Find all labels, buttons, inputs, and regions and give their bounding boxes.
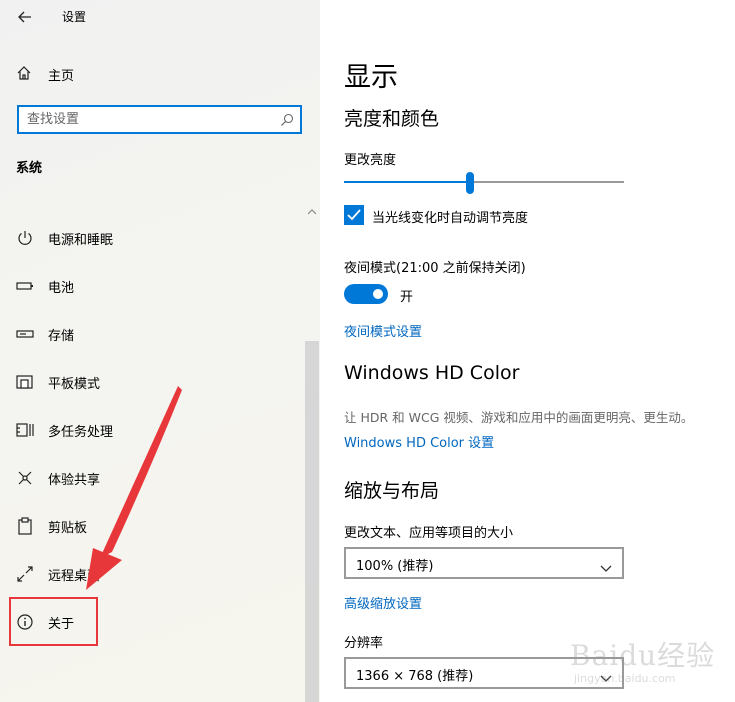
sidebar-item-multitasking[interactable]: 多任务处理: [0, 411, 300, 447]
sidebar-item-label: 电池: [48, 281, 75, 296]
page-title: 显示: [344, 62, 398, 93]
clipboard-icon: [16, 517, 34, 535]
sidebar-item-remote-desktop[interactable]: 远程桌面: [0, 555, 300, 591]
annotation-highlight-box: [9, 597, 98, 646]
home-nav-item[interactable]: 主页: [0, 58, 305, 90]
slider-thumb[interactable]: [466, 172, 474, 194]
sidebar-item-storage[interactable]: 存储: [0, 315, 300, 351]
scale-dropdown-value: 100% (推荐): [356, 559, 434, 574]
battery-icon: [16, 277, 34, 295]
scroll-thumb[interactable]: [305, 341, 319, 702]
shared-experiences-icon: [16, 469, 34, 487]
night-mode-settings-link[interactable]: 夜间模式设置: [344, 321, 422, 340]
section-heading: 系统: [16, 161, 43, 176]
sidebar-item-clipboard[interactable]: 剪贴板: [0, 507, 300, 543]
brightness-section-heading: 亮度和颜色: [344, 108, 440, 130]
auto-brightness-label: 当光线变化时自动调节亮度: [372, 211, 529, 226]
back-button[interactable]: [12, 4, 38, 30]
search-input[interactable]: [27, 110, 267, 129]
home-label: 主页: [48, 69, 75, 84]
sidebar-item-power-sleep[interactable]: 电源和睡眠: [0, 219, 300, 255]
resolution-dropdown-value: 1366 × 768 (推荐): [356, 669, 474, 684]
checkmark-icon: [347, 206, 361, 225]
sidebar-item-label: 平板模式: [48, 377, 101, 392]
search-box[interactable]: [17, 105, 302, 134]
display-settings-panel: 显示 亮度和颜色 更改亮度 当光线变化时自动调节亮度 夜间模式(21:00 之前…: [320, 0, 735, 702]
settings-sidebar: 设置 主页 系统 电源和睡眠 电池 存储: [0, 0, 320, 702]
sidebar-item-shared-experiences[interactable]: 体验共享: [0, 459, 300, 495]
power-icon: [16, 229, 34, 247]
chevron-down-icon: [600, 558, 612, 577]
baidu-watermark: Baidu经验 jingyan.baidu.com: [560, 612, 730, 692]
sidebar-item-label: 多任务处理: [48, 425, 114, 440]
night-mode-label: 夜间模式(21:00 之前保持关闭): [344, 261, 526, 276]
auto-brightness-checkbox[interactable]: [344, 205, 364, 225]
sidebar-item-tablet-mode[interactable]: 平板模式: [0, 363, 300, 399]
sidebar-scrollbar[interactable]: [304, 196, 320, 702]
night-mode-toggle-state: 开: [400, 290, 414, 305]
slider-track: [474, 181, 624, 183]
sidebar-item-label: 远程桌面: [48, 569, 101, 584]
remote-desktop-icon: [16, 565, 34, 583]
sidebar-item-label: 电源和睡眠: [48, 233, 114, 248]
scale-section-heading: 缩放与布局: [344, 480, 440, 502]
tablet-mode-icon: [16, 373, 34, 391]
storage-icon: [16, 325, 34, 343]
multitasking-icon: [16, 421, 34, 439]
scale-dropdown[interactable]: 100% (推荐): [344, 547, 624, 579]
hd-color-section-heading: Windows HD Color: [344, 362, 520, 384]
night-mode-toggle[interactable]: [344, 284, 388, 304]
watermark-subtext: jingyan.baidu.com: [574, 672, 676, 685]
advanced-scaling-link[interactable]: 高级缩放设置: [344, 593, 422, 612]
resolution-label: 分辨率: [344, 636, 384, 651]
sidebar-item-label: 体验共享: [48, 473, 101, 488]
sidebar-item-battery[interactable]: 电池: [0, 267, 300, 303]
scale-label: 更改文本、应用等项目的大小: [344, 526, 514, 541]
watermark-text: Baidu经验: [570, 639, 716, 672]
slider-fill: [344, 181, 466, 183]
toggle-knob: [373, 289, 383, 299]
hd-color-settings-link[interactable]: Windows HD Color 设置: [344, 432, 494, 451]
title-bar: 设置: [0, 0, 320, 34]
brightness-label: 更改亮度: [344, 153, 397, 168]
search-icon[interactable]: [280, 112, 294, 131]
brightness-slider[interactable]: [344, 172, 624, 194]
chevron-up-icon[interactable]: [307, 200, 317, 215]
sidebar-item-label: 剪贴板: [48, 521, 88, 536]
sidebar-item-label: 存储: [48, 329, 75, 344]
arrow-left-icon: [18, 8, 32, 27]
home-icon: [16, 65, 32, 85]
app-title: 设置: [62, 10, 87, 24]
hd-color-description: 让 HDR 和 WCG 视频、游戏和应用中的画面更明亮、更生动。: [344, 410, 694, 425]
